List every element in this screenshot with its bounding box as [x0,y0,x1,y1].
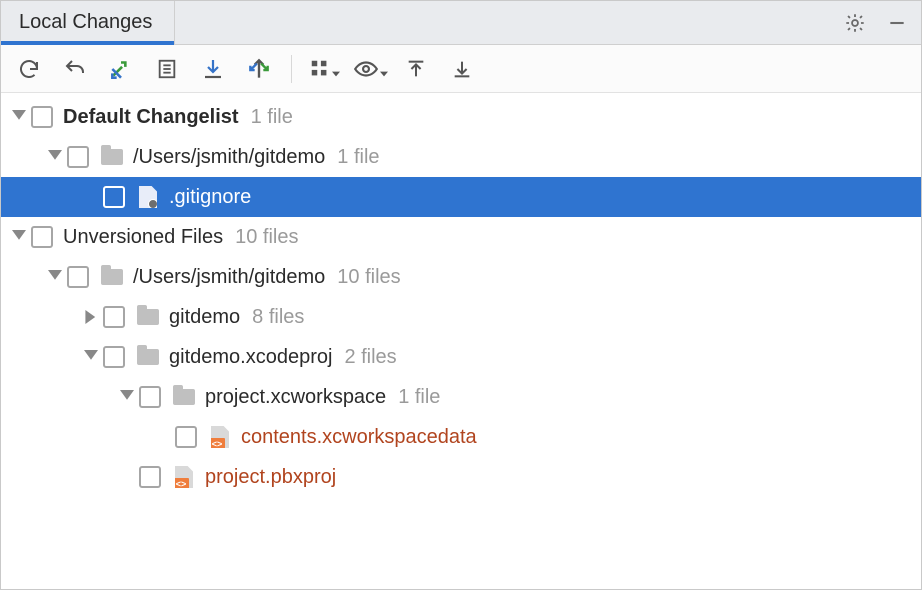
checkbox[interactable] [139,466,161,488]
folder-icon [99,144,125,170]
checkbox[interactable] [67,146,89,168]
changelist-label: Default Changelist [63,106,239,129]
folder-path: /Users/jsmith/gitdemo [133,146,325,169]
header-actions [841,1,921,44]
chevron-down-icon[interactable] [7,110,31,124]
chevron-down-icon[interactable] [79,350,103,364]
groupby-icon[interactable] [304,49,344,89]
preview-icon[interactable] [350,49,390,89]
folder-row[interactable]: /Users/jsmith/gitdemo 10 files [1,257,921,297]
expand-all-icon[interactable] [396,49,436,89]
checkbox[interactable] [31,226,53,248]
file-name: .gitignore [169,186,251,209]
file-row[interactable]: <> contents.xcworkspacedata [1,417,921,457]
unversioned-root[interactable]: Unversioned Files 10 files [1,217,921,257]
folder-path: /Users/jsmith/gitdemo [133,266,325,289]
file-count: 2 files [344,346,396,369]
file-row[interactable]: <> project.pbxproj [1,457,921,497]
folder-row-workspace[interactable]: project.xcworkspace 1 file [1,377,921,417]
file-icon: <> [207,424,233,450]
chevron-right-icon[interactable] [79,310,103,324]
file-row-gitignore[interactable]: .gitignore [1,177,921,217]
checkbox[interactable] [103,346,125,368]
checkbox[interactable] [31,106,53,128]
refresh-icon[interactable] [9,49,49,89]
panel-header: Local Changes [1,1,921,45]
tab-label: Local Changes [19,11,152,34]
folder-row[interactable]: /Users/jsmith/gitdemo 1 file [1,137,921,177]
gear-icon[interactable] [841,9,869,37]
chevron-down-icon[interactable] [7,230,31,244]
file-count: 1 file [337,146,379,169]
checkbox[interactable] [139,386,161,408]
chevron-down-icon[interactable] [43,150,67,164]
toolbar [1,45,921,93]
file-icon: <> [171,464,197,490]
file-name: project.pbxproj [205,466,336,489]
diff-branch-icon[interactable] [239,49,279,89]
minimize-icon[interactable] [883,9,911,37]
local-changes-panel: Local Changes [0,0,922,590]
folder-row-gitdemo[interactable]: gitdemo 8 files [1,297,921,337]
checkbox[interactable] [103,186,125,208]
file-count: 10 files [235,226,298,249]
file-count: 1 file [398,386,440,409]
unversioned-label: Unversioned Files [63,226,223,249]
file-name: contents.xcworkspacedata [241,426,477,449]
chevron-down-icon[interactable] [43,270,67,284]
folder-name: project.xcworkspace [205,386,386,409]
chevron-down-icon[interactable] [115,390,139,404]
file-count: 8 files [252,306,304,329]
changes-tree: Default Changelist 1 file /Users/jsmith/… [1,93,921,589]
checkbox[interactable] [67,266,89,288]
file-count: 10 files [337,266,400,289]
folder-icon [135,344,161,370]
file-count: 1 file [251,106,293,129]
toolbar-separator [291,55,292,83]
folder-row-xcodeproj[interactable]: gitdemo.xcodeproj 2 files [1,337,921,377]
changelist-icon[interactable] [147,49,187,89]
tab-local-changes[interactable]: Local Changes [1,1,175,44]
folder-icon [171,384,197,410]
folder-name: gitdemo.xcodeproj [169,346,332,369]
commit-icon[interactable] [101,49,141,89]
folder-name: gitdemo [169,306,240,329]
collapse-all-icon[interactable] [442,49,482,89]
file-icon [135,184,161,210]
folder-icon [135,304,161,330]
shelve-icon[interactable] [193,49,233,89]
rollback-icon[interactable] [55,49,95,89]
checkbox[interactable] [175,426,197,448]
folder-icon [99,264,125,290]
checkbox[interactable] [103,306,125,328]
changelist-default[interactable]: Default Changelist 1 file [1,97,921,137]
